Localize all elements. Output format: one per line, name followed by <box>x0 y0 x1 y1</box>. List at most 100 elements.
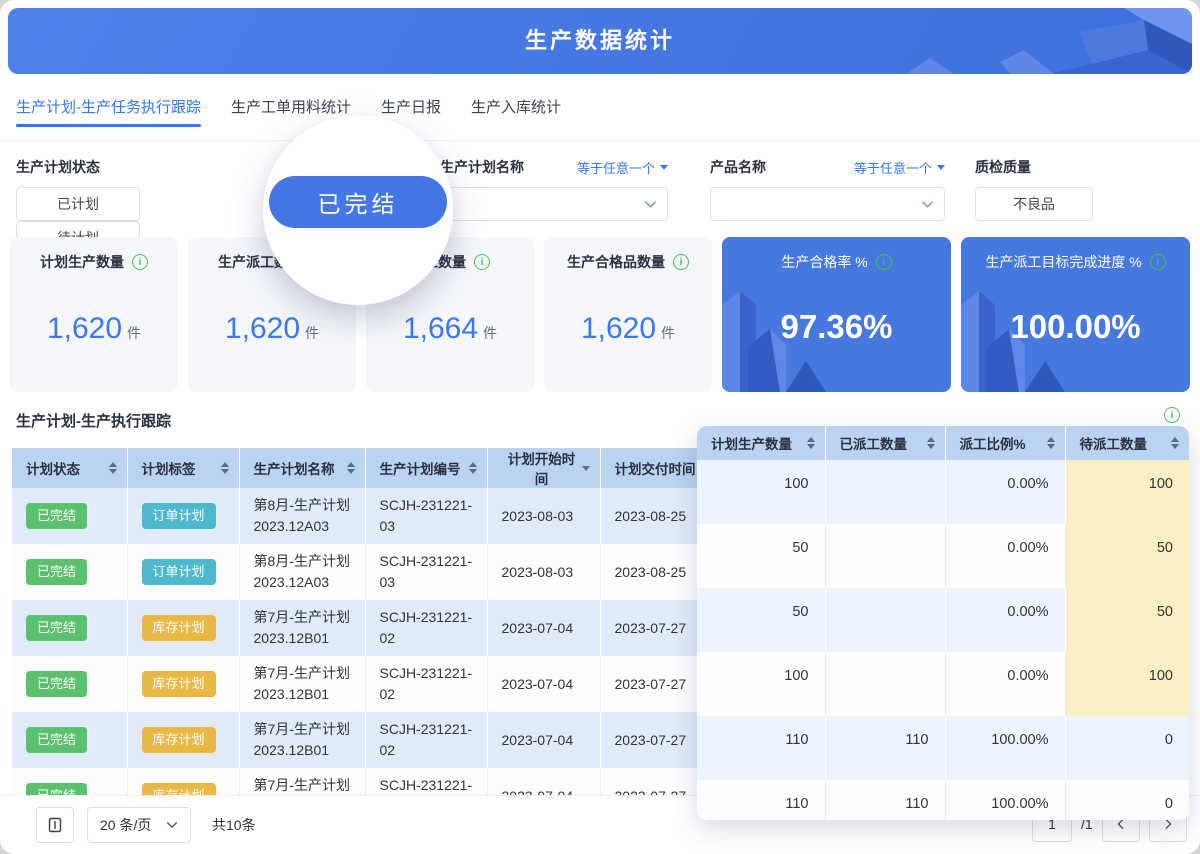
tab-label: 生产入库统计 <box>471 99 561 116</box>
stat-card-dispatch-progress: 生产派工目标完成进度 %i 100.00% <box>961 237 1190 392</box>
column-header-plan-tag[interactable]: 计划标签 <box>127 448 239 488</box>
product-name-label: 产品名称 <box>710 157 766 177</box>
cell-plan-name: 第8月-生产计划 2023.12A03 <box>239 488 365 544</box>
stat-title: 生产合格率 % <box>781 252 867 272</box>
page-title: 生产数据统计 <box>8 8 1192 74</box>
chevron-down-icon <box>166 819 178 831</box>
status-badge: 已完结 <box>26 671 87 697</box>
cell-start-date: 2023-08-03 <box>487 544 600 600</box>
plan-name-operator[interactable]: 等于任意一个 <box>577 158 668 177</box>
stat-value: 100.00% <box>1010 308 1140 345</box>
column-header-planned-qty[interactable]: 计划生产数量 <box>697 426 825 460</box>
tag-badge: 订单计划 <box>142 559 216 585</box>
cell-dispatch-ratio: 0.00% <box>945 588 1065 652</box>
sort-desc-icon <box>582 466 590 471</box>
cell-tag: 库存计划 <box>127 712 239 768</box>
cell-pending-qty: 100 <box>1065 460 1189 524</box>
cell-plan-name: 第7月-生产计划 2023.12B01 <box>239 600 365 656</box>
column-header-plan-code[interactable]: 生产计划编号 <box>365 448 487 488</box>
column-header-plan-status[interactable]: 计划状态 <box>12 448 127 488</box>
page-layout-icon <box>47 817 63 833</box>
chevron-down-icon <box>921 198 934 211</box>
cell-dispatched-qty <box>825 652 945 716</box>
plan-status-label: 生产计划状态 <box>16 157 100 177</box>
cell-status: 已完结 <box>12 600 127 656</box>
column-label: 计划开始时间 <box>502 448 582 488</box>
cell-tag: 库存计划 <box>127 768 239 795</box>
tab-bar: 生产计划-生产任务执行跟踪 生产工单用料统计 生产日报 生产入库统计 <box>0 74 1200 141</box>
tag-badge: 库存计划 <box>142 727 216 753</box>
product-name-select[interactable] <box>710 187 945 221</box>
stat-unit: 件 <box>661 325 675 341</box>
cell-tag: 库存计划 <box>127 600 239 656</box>
status-badge: 已完结 <box>26 503 87 529</box>
column-header-start-date[interactable]: 计划开始时间 <box>487 448 600 488</box>
cell-planned-qty: 50 <box>697 588 825 652</box>
column-header-dispatched-qty[interactable]: 已派工数量 <box>825 426 945 460</box>
tracking-section-title: 生产计划-生产执行跟踪 <box>16 410 171 431</box>
tag-badge: 库存计划 <box>142 671 216 697</box>
status-option-finished[interactable]: 已完结 <box>269 176 447 228</box>
info-icon[interactable]: i <box>1150 254 1166 270</box>
cell-pending-qty: 0 <box>1065 716 1189 780</box>
panel-row: 110 110 100.00% 0 <box>697 716 1189 780</box>
sort-icon <box>221 462 229 474</box>
qc-option-defective[interactable]: 不良品 <box>975 187 1093 221</box>
stat-cards: 计划生产数量i 1,620件 生产派工数量i 1,620件 报工数量i 1,66… <box>10 237 1190 392</box>
cell-dispatched-qty: 110 <box>825 780 945 820</box>
stat-unit: 件 <box>483 325 497 341</box>
tab-plan-task-tracking[interactable]: 生产计划-生产任务执行跟踪 <box>16 74 201 140</box>
column-header-pending-qty[interactable]: 待派工数量 <box>1065 426 1189 460</box>
column-header-plan-name[interactable]: 生产计划名称 <box>239 448 365 488</box>
tag-badge: 订单计划 <box>142 503 216 529</box>
info-icon[interactable]: i <box>876 254 892 270</box>
cell-dispatch-ratio: 0.00% <box>945 460 1065 524</box>
column-label: 计划标签 <box>142 458 196 478</box>
page-size-select[interactable]: 20 条/页 <box>87 807 191 843</box>
screen: 生产数据统计 生产计划-生产任务执行跟踪 生产工单用料统计 生产日报 生产入库统… <box>0 0 1200 854</box>
tab-inbound-stats[interactable]: 生产入库统计 <box>471 74 561 140</box>
tab-label: 生产计划-生产任务执行跟踪 <box>16 99 201 116</box>
page-info-button[interactable] <box>36 807 74 843</box>
sort-icon <box>347 462 355 474</box>
cell-plan-code: SCJH-231221-03 <box>365 488 487 544</box>
filter-qc-quality: 质检质量 不良品 <box>975 157 1093 221</box>
caret-down-icon <box>660 165 668 170</box>
cell-status: 已完结 <box>12 712 127 768</box>
cell-start-date: 2023-07-04 <box>487 768 600 795</box>
column-label: 计划状态 <box>26 458 80 478</box>
product-name-operator[interactable]: 等于任意一个 <box>854 158 945 177</box>
info-icon[interactable]: i <box>132 254 148 270</box>
cell-tag: 订单计划 <box>127 544 239 600</box>
sort-icon <box>1047 437 1055 449</box>
cell-plan-code: SCJH-231221-02 <box>365 712 487 768</box>
cell-status: 已完结 <box>12 656 127 712</box>
cell-planned-qty: 110 <box>697 716 825 780</box>
stat-unit: 件 <box>127 325 141 341</box>
stat-unit: 件 <box>305 325 319 341</box>
app-header: 生产数据统计 <box>8 8 1192 74</box>
stat-card-planned-qty: 计划生产数量i 1,620件 <box>10 237 178 392</box>
column-label: 计划生产数量 <box>711 433 792 453</box>
stat-value: 1,620 <box>47 312 122 345</box>
panel-row: 100 0.00% 100 <box>697 460 1189 524</box>
cell-plan-name: 第7月-生产计划 2023.12B01 <box>239 712 365 768</box>
cell-pending-qty: 50 <box>1065 524 1189 588</box>
cell-planned-qty: 50 <box>697 524 825 588</box>
cell-tag: 库存计划 <box>127 656 239 712</box>
panel-row: 50 0.00% 50 <box>697 524 1189 588</box>
cell-dispatch-ratio: 0.00% <box>945 652 1065 716</box>
plan-name-label: 生产计划名称 <box>440 157 524 177</box>
info-icon[interactable]: i <box>673 254 689 270</box>
plan-name-select[interactable] <box>440 187 668 221</box>
total-count-label: 共10条 <box>212 807 256 843</box>
stat-card-qualified-qty: 生产合格品数量i 1,620件 <box>544 237 712 392</box>
info-icon[interactable]: i <box>1164 407 1180 423</box>
status-badge: 已完结 <box>26 727 87 753</box>
column-label: 已派工数量 <box>840 433 908 453</box>
info-icon[interactable]: i <box>474 254 490 270</box>
status-option-planned[interactable]: 已计划 <box>16 187 140 221</box>
cell-planned-qty: 100 <box>697 652 825 716</box>
column-header-dispatch-ratio[interactable]: 派工比例% <box>945 426 1065 460</box>
magnifier-highlight: 已完结 <box>263 115 453 305</box>
